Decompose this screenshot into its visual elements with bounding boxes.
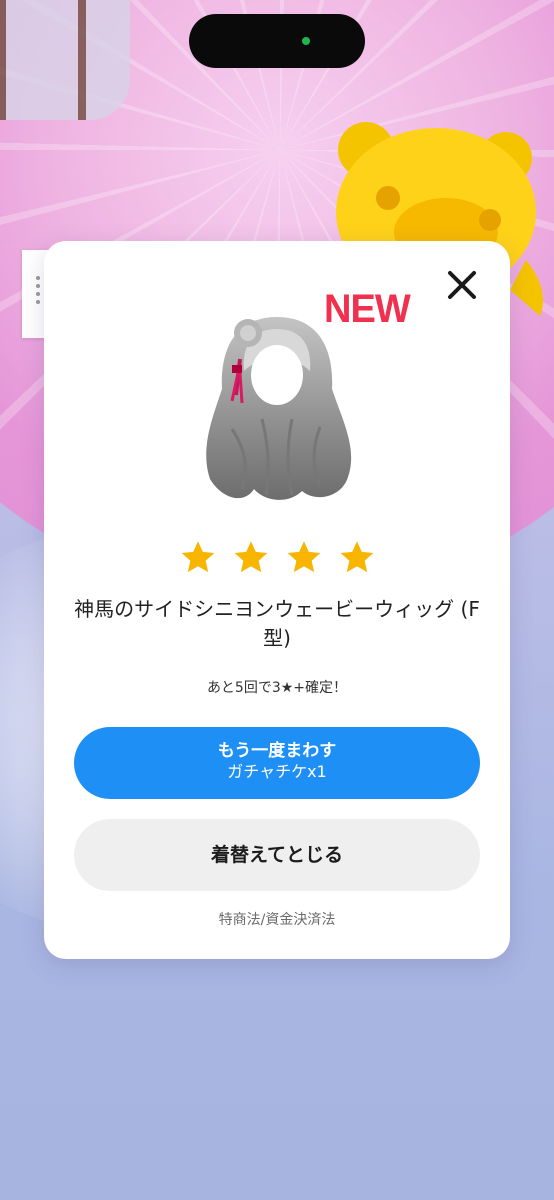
star-icon — [181, 541, 214, 573]
equip-and-close-button[interactable]: 着替えてとじる — [74, 819, 480, 891]
dynamic-island — [189, 14, 365, 68]
close-button[interactable] — [442, 265, 482, 305]
star-icon — [234, 541, 267, 573]
rarity-stars — [44, 539, 510, 575]
item-name: 神馬のサイドシニヨンウェービーウィッグ (F型) — [74, 597, 480, 650]
camera-indicator-icon — [302, 37, 310, 45]
close-icon — [448, 271, 476, 299]
spin-again-cost: ガチャチケx1 — [227, 762, 327, 781]
drag-handle-icon — [36, 276, 42, 308]
gacha-result-dialog: NEW 神馬のサイドシニヨンウェービーウィッグ (F型) あと5回で3★+確定！… — [44, 241, 510, 959]
spin-again-button[interactable]: もう一度まわす ガチャチケx1 — [74, 727, 480, 799]
spin-again-label: もう一度まわす — [217, 741, 337, 761]
star-icon — [340, 541, 373, 573]
background-window — [0, 0, 130, 120]
legal-notice-link[interactable]: 特商法/資金決済法 — [44, 909, 510, 929]
guarantee-text: あと5回で3★+確定！ — [206, 680, 348, 696]
item-image — [206, 317, 352, 500]
star-icon — [287, 541, 320, 573]
